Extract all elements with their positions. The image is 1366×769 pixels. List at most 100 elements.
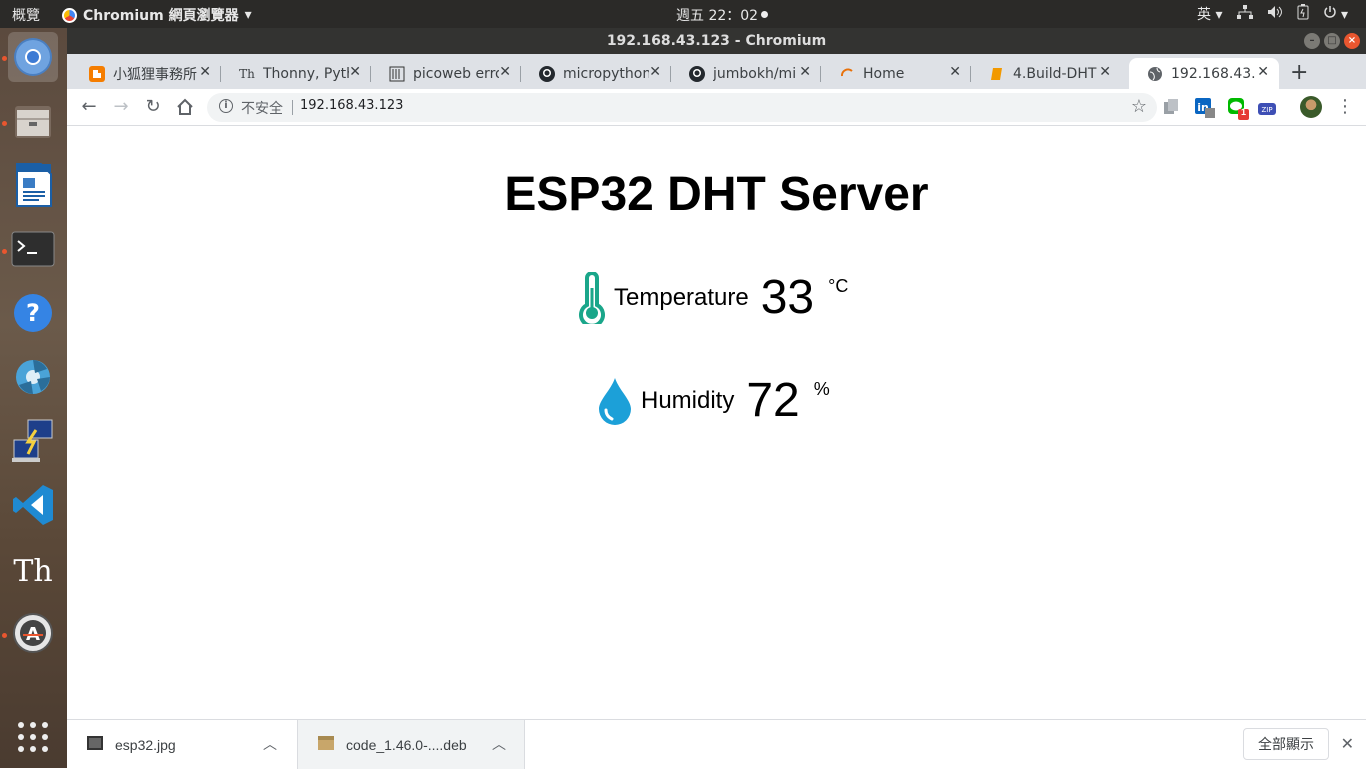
tab-strip: 小狐狸事務所 ✕ Th Thonny, Pyth ✕ picoweb erro …: [67, 54, 1366, 89]
window-titlebar[interactable]: 192.168.43.123 - Chromium – □ ×: [67, 28, 1366, 54]
close-tab-button[interactable]: ✕: [199, 64, 211, 80]
menu-kebab-icon[interactable]: ⋮: [1333, 95, 1357, 119]
launcher-chromium[interactable]: [8, 32, 58, 82]
profile-avatar[interactable]: [1300, 96, 1322, 118]
temperature-reading: Temperature 33 °C: [578, 270, 848, 325]
info-icon[interactable]: i: [219, 99, 233, 113]
vscode-icon: [13, 485, 53, 525]
launcher-network-tool[interactable]: [8, 416, 58, 466]
svg-text:?: ?: [26, 299, 40, 327]
tab-home[interactable]: Home ✕: [821, 58, 971, 89]
input-method-label: 英: [1197, 7, 1212, 23]
thonny-icon: Th: [239, 66, 255, 81]
launcher-help[interactable]: ?: [8, 288, 58, 338]
app-menu[interactable]: Chromium 網頁瀏覽器 ▾: [62, 5, 252, 25]
activities-button[interactable]: 概覽: [12, 5, 40, 25]
tab-label: Home: [863, 65, 905, 82]
tab-build-dht[interactable]: 4.Build-DHT ✕: [971, 58, 1121, 89]
back-button[interactable]: ←: [77, 95, 101, 119]
tab-label: Thonny, Pyth: [263, 65, 349, 82]
terminal-icon: [11, 231, 55, 267]
close-tab-button[interactable]: ✕: [799, 64, 811, 80]
network-icon[interactable]: [1236, 5, 1253, 23]
humidity-label: Humidity: [641, 386, 735, 414]
forward-button[interactable]: →: [109, 95, 133, 119]
new-tab-button[interactable]: +: [1290, 60, 1308, 85]
running-indicator: [2, 633, 7, 638]
chevron-up-icon[interactable]: ︿: [492, 734, 506, 754]
top-panel: 概覽 Chromium 網頁瀏覽器 ▾ 週五 22：02 英 ▾ ▾: [0, 0, 1366, 28]
clock[interactable]: 週五 22：02: [676, 5, 769, 25]
close-tab-button[interactable]: ✕: [1257, 64, 1269, 80]
extension-copy-icon[interactable]: [1161, 97, 1181, 117]
maximize-button[interactable]: □: [1324, 33, 1340, 49]
close-tab-button[interactable]: ✕: [1099, 64, 1111, 80]
svg-text:ZIP: ZIP: [1261, 106, 1272, 114]
tab-label: jumbokh/mi: [713, 65, 797, 82]
launcher-files[interactable]: [8, 96, 58, 146]
close-tab-button[interactable]: ✕: [499, 64, 511, 80]
tab-blog[interactable]: 小狐狸事務所 ✕: [71, 58, 221, 89]
close-tab-button[interactable]: ✕: [949, 64, 961, 80]
minimize-button[interactable]: –: [1304, 33, 1320, 49]
tab-thonny[interactable]: Th Thonny, Pyth ✕: [221, 58, 371, 89]
window-title: 192.168.43.123 - Chromium: [606, 33, 827, 49]
tab-jumbokh[interactable]: jumbokh/mi ✕: [671, 58, 821, 89]
home-button[interactable]: [173, 95, 197, 119]
reload-button[interactable]: ↻: [141, 95, 165, 119]
chevron-up-icon[interactable]: ︿: [263, 734, 277, 754]
close-tab-button[interactable]: ✕: [649, 64, 661, 80]
tab-label: 4.Build-DHT: [1013, 65, 1097, 82]
download-filename: code_1.46.0-....deb: [346, 737, 467, 753]
url-text[interactable]: 192.168.43.123: [300, 98, 403, 113]
launcher-shutter[interactable]: [8, 352, 58, 402]
launcher-thonny[interactable]: Th: [8, 544, 58, 594]
tab-label: picoweb erro: [413, 65, 499, 82]
writer-icon: [16, 163, 52, 207]
show-applications-button[interactable]: [8, 712, 58, 762]
launcher-software-updater[interactable]: A: [8, 608, 58, 658]
download-item[interactable]: code_1.46.0-....deb ︿: [297, 720, 525, 769]
extension-zip-icon[interactable]: ZIP: [1258, 100, 1278, 120]
launcher-vscode[interactable]: [8, 480, 58, 530]
running-indicator: [2, 56, 7, 61]
downloads-shelf: esp32.jpg ︿ code_1.46.0-....deb ︿ 全部顯示 ✕: [67, 719, 1366, 769]
download-item[interactable]: esp32.jpg ︿: [67, 720, 295, 769]
close-tab-button[interactable]: ✕: [349, 64, 361, 80]
app-grid-icon: [18, 722, 48, 752]
temperature-unit: °C: [828, 276, 849, 296]
launcher-terminal[interactable]: [8, 224, 58, 274]
close-shelf-button[interactable]: ✕: [1341, 734, 1354, 754]
temperature-value: 33: [760, 271, 815, 324]
power-icon[interactable]: ▾: [1323, 5, 1348, 23]
tab-micropython[interactable]: micropython ✕: [521, 58, 671, 89]
tab-esp32-active[interactable]: 192.168.43.1 ✕: [1129, 58, 1279, 89]
book-icon: [989, 66, 1005, 82]
input-method-indicator[interactable]: 英 ▾: [1197, 4, 1222, 24]
humidity-unit: %: [813, 379, 830, 399]
show-all-downloads-button[interactable]: 全部顯示: [1243, 728, 1329, 760]
page-title: ESP32 DHT Server: [504, 168, 929, 221]
network-tool-icon: [12, 419, 53, 462]
bookmark-star-icon[interactable]: ☆: [1131, 96, 1147, 117]
volume-icon[interactable]: [1267, 5, 1283, 23]
close-window-button[interactable]: ×: [1344, 33, 1360, 49]
extension-line-icon[interactable]: 1: [1227, 97, 1249, 120]
globe-icon: [1147, 66, 1163, 82]
battery-icon[interactable]: [1297, 4, 1309, 24]
tab-label: 192.168.43.1: [1171, 65, 1257, 82]
launcher-writer[interactable]: [8, 160, 58, 210]
package-file-icon: [318, 736, 334, 750]
omnibox-divider: [292, 100, 293, 115]
extension-linkedin-icon[interactable]: in: [1194, 97, 1215, 118]
software-updater-icon: A: [13, 613, 53, 653]
address-bar[interactable]: i 不安全 192.168.43.123 ☆: [207, 93, 1157, 122]
tab-picoweb[interactable]: picoweb erro ✕: [371, 58, 521, 89]
svg-text:Th: Th: [13, 554, 52, 589]
download-filename: esp32.jpg: [115, 737, 176, 753]
chromium-icon: [62, 7, 77, 23]
notification-dot: [761, 11, 769, 18]
chromium-icon: [14, 38, 52, 76]
clock-text: 週五 22：02: [676, 8, 759, 24]
blogger-icon: [89, 65, 105, 82]
